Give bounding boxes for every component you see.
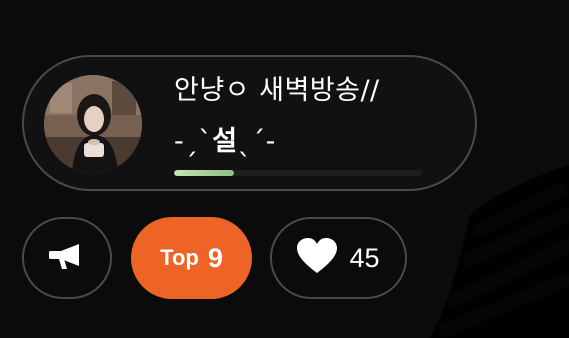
title-name: 설 <box>212 126 238 157</box>
like-count: 45 <box>349 242 380 273</box>
stream-info-card[interactable]: 안냥ㅇ 새벽방송// -ˏˋ설ˎˊ- <box>22 55 477 191</box>
rank-badge-button[interactable]: Top 9 <box>131 217 252 299</box>
megaphone-icon <box>49 242 85 274</box>
heart-icon <box>297 238 338 278</box>
rank-number: 9 <box>207 242 223 273</box>
title-deco-left: -ˏˋ <box>174 126 213 157</box>
stream-title-line-1: 안냥ㅇ 새벽방송// <box>174 75 380 106</box>
title-deco-right: ˎˊ- <box>237 126 276 157</box>
streamer-avatar[interactable] <box>44 75 142 173</box>
rank-label: Top <box>160 245 199 270</box>
stream-progress-bar <box>174 170 422 176</box>
announce-button[interactable] <box>22 217 112 299</box>
like-button[interactable]: 45 <box>270 217 407 299</box>
stream-progress-fill <box>174 170 234 176</box>
stream-title-line-2: -ˏˋ설ˎˊ- <box>174 125 276 159</box>
